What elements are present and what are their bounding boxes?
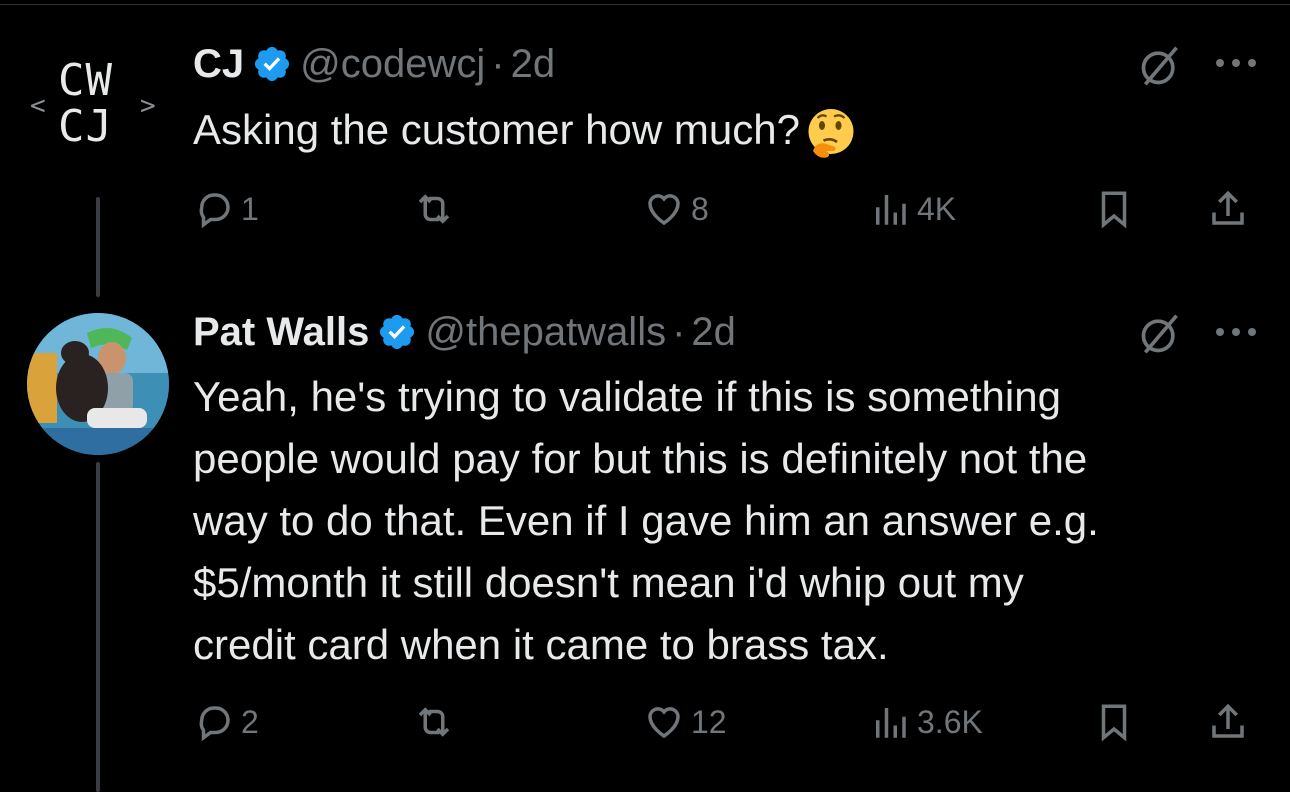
share-icon bbox=[1212, 190, 1244, 225]
repost-icon bbox=[418, 194, 450, 224]
tweet-text-line: credit card when it came to brass tax. bbox=[193, 621, 889, 668]
avatar[interactable] bbox=[27, 313, 169, 455]
bracket-left-icon: < bbox=[30, 91, 46, 121]
bookmark-button[interactable] bbox=[1093, 184, 1135, 234]
logo-text-top: CW bbox=[58, 55, 113, 106]
tweet-header: Pat Walls @thepatwalls · 2d bbox=[193, 308, 736, 356]
views-button[interactable]: 4K bbox=[869, 184, 956, 234]
reply-button[interactable]: 1 bbox=[193, 184, 259, 234]
share-button[interactable] bbox=[1207, 697, 1249, 747]
reply-icon bbox=[199, 706, 230, 742]
tweet-text-content: Asking the customer how much? bbox=[193, 106, 800, 153]
like-button[interactable]: 12 bbox=[643, 697, 727, 747]
bookmark-button[interactable] bbox=[1093, 697, 1135, 747]
view-count: 3.6K bbox=[917, 703, 983, 740]
separator-dot: · bbox=[672, 310, 686, 354]
timestamp[interactable]: 2d bbox=[511, 40, 556, 88]
bookmark-icon bbox=[1101, 704, 1127, 742]
more-options-icon[interactable] bbox=[1212, 53, 1260, 73]
thread-connector bbox=[96, 197, 100, 297]
share-button[interactable] bbox=[1207, 184, 1249, 234]
reply-button[interactable]: 2 bbox=[193, 697, 259, 747]
views-chart-icon bbox=[876, 708, 906, 738]
tweet-text-line: $5/month it still doesn't mean i'd whip … bbox=[193, 559, 1024, 606]
tweet-text: Asking the customer how much? bbox=[193, 99, 1253, 161]
reply-icon bbox=[199, 193, 230, 229]
verified-badge-icon bbox=[255, 46, 290, 82]
reply-count: 1 bbox=[241, 190, 259, 227]
heart-icon bbox=[648, 194, 680, 226]
view-count: 4K bbox=[917, 190, 957, 227]
verified-badge-icon bbox=[380, 314, 415, 350]
author-name[interactable]: CJ bbox=[193, 40, 244, 88]
like-button[interactable]: 8 bbox=[643, 184, 709, 234]
top-divider bbox=[0, 4, 1290, 5]
avatar[interactable]: < > CW CJ bbox=[28, 55, 168, 175]
grok-icon[interactable] bbox=[1138, 44, 1182, 88]
heart-icon bbox=[648, 707, 680, 739]
repost-button[interactable] bbox=[413, 697, 461, 747]
repost-button[interactable] bbox=[413, 184, 461, 234]
like-count: 8 bbox=[691, 190, 709, 227]
tweet-header: CJ @codewcj · 2d bbox=[193, 40, 555, 88]
separator-dot: · bbox=[491, 42, 505, 86]
author-handle[interactable]: @codewcj bbox=[300, 40, 485, 88]
grok-icon[interactable] bbox=[1138, 312, 1182, 356]
repost-icon bbox=[418, 707, 450, 737]
bracket-right-icon: > bbox=[140, 91, 156, 121]
tweet-text-line: people would pay for but this is definit… bbox=[193, 435, 1088, 482]
logo-text-bottom: CJ bbox=[58, 101, 113, 152]
timestamp[interactable]: 2d bbox=[691, 308, 736, 356]
views-button[interactable]: 3.6K bbox=[869, 697, 983, 747]
tweet-text-line: Yeah, he's trying to validate if this is… bbox=[193, 373, 1061, 420]
reply-count: 2 bbox=[241, 703, 259, 740]
tweet-text-line: way to do that. Even if I gave him an an… bbox=[193, 497, 1099, 544]
more-options-icon[interactable] bbox=[1212, 322, 1260, 342]
like-count: 12 bbox=[691, 703, 727, 740]
views-chart-icon bbox=[876, 195, 906, 225]
tweet-actions: 1 8 4K bbox=[193, 184, 1263, 234]
share-icon bbox=[1212, 703, 1244, 738]
bookmark-icon bbox=[1101, 191, 1127, 229]
author-name[interactable]: Pat Walls bbox=[193, 308, 369, 356]
profile-photo-icon bbox=[27, 313, 169, 455]
tweet-text: Yeah, he's trying to validate if this is… bbox=[193, 366, 1253, 676]
author-handle[interactable]: @thepatwalls bbox=[425, 308, 666, 356]
thread-connector bbox=[96, 462, 100, 792]
thinking-face-emoji-icon bbox=[808, 108, 854, 158]
tweet-actions: 2 12 3.6K bbox=[193, 697, 1263, 747]
